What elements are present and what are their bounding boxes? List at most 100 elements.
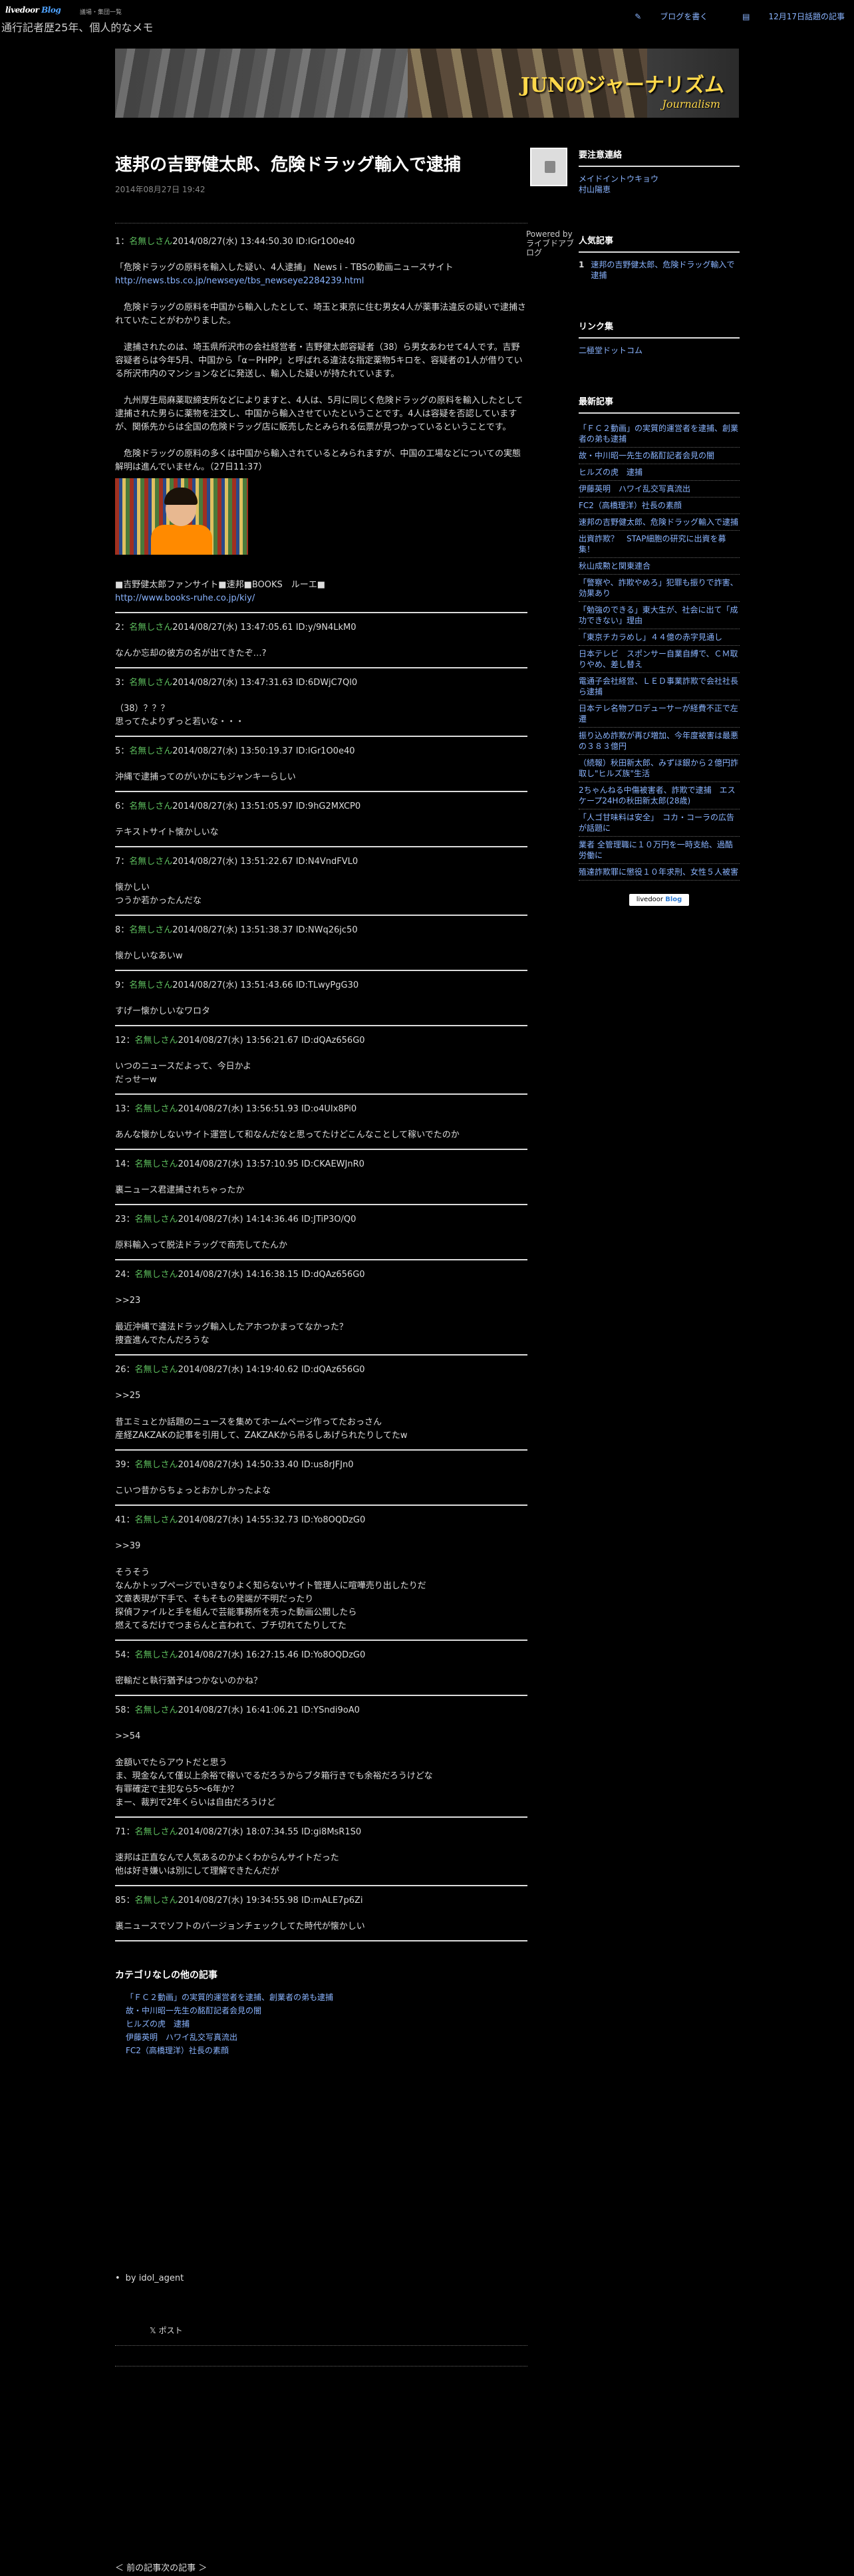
comment-body: 裏ニュース君逮捕されちゃったか	[115, 1184, 527, 1197]
related-articles: カテゴリなしの他の記事 「ＦＣ２動画」の実質的運営者を逮捕、創業者の弟も逮捕 故・…	[115, 1968, 527, 2057]
comment-line: 捜査進んでたんだろうな	[115, 1336, 210, 1346]
write-blog-link[interactable]: ✎ ブログを書く	[619, 12, 708, 21]
comment-meta: 7：名無しさん2014/08/27(水) 13:51:22.67 ID:N4Vn…	[115, 854, 527, 867]
comment-info: 2014/08/27(水) 13:50:19.37 ID:IGr1O0e40	[172, 746, 355, 756]
comment-info: 2014/08/27(水) 13:57:10.95 ID:CKAEWJnR0	[178, 1159, 364, 1169]
news-link[interactable]: http://news.tbs.co.jp/newseye/tbs_newsey…	[115, 276, 364, 286]
comment-meta: 3：名無しさん2014/08/27(水) 13:47:31.63 ID:6DWj…	[115, 675, 527, 688]
comment-meta: 9：名無しさん2014/08/27(水) 13:51:43.66 ID:TLwy…	[115, 978, 527, 990]
comment-line: つうか若かったんだな	[115, 896, 202, 906]
comment-author: 名無しさん	[134, 1705, 178, 1715]
related-link[interactable]: 故・中川昭一先生の酩酊記者会見の闇	[126, 2006, 261, 2015]
comment-line	[115, 1308, 527, 1321]
comment-body: 裏ニュースでソフトのバージョンチェックしてた時代が懐かしい	[115, 1920, 527, 1933]
comment-number: 85：	[115, 1896, 135, 1906]
comment-body: テキストサイト懐かしいな	[115, 826, 527, 839]
badge-text: livedoor	[636, 896, 664, 903]
body-para-3: 九州厚生局麻薬取締支所などによりますと、4人は、5月に同じく危険ドラッグの原料を…	[115, 396, 523, 432]
recent-item[interactable]: （続報）秋田新太郎、みずほ銀から２億円詐取し"ヒルズ族"生活	[579, 755, 740, 782]
comment-separator	[115, 1504, 527, 1506]
recent-item[interactable]: 秋山成勲と関東連合	[579, 558, 740, 575]
comment-number: 12：	[115, 1036, 135, 1046]
recent-item[interactable]: 伊藤英明 ハワイ乱交写真流出	[579, 481, 740, 498]
comment-body: >>54 金額いでたらアウトだと思う ま、現金なんて僅以上余裕で稼いでるだろうからブ…	[115, 1730, 527, 1810]
fanclub-link[interactable]: http://www.books-ruhe.co.jp/kiy/	[115, 593, 255, 603]
comment-body: 密輸だと執行猶予はつかないのかね？	[115, 1675, 527, 1688]
author-byline[interactable]: by idol_agent	[115, 2273, 527, 2283]
article-title[interactable]: 速邦の吉野健太郎、危険ドラッグ輸入で逮捕	[115, 153, 527, 177]
sidebar-contact-heading: 要注意連絡	[579, 148, 740, 167]
comment-author: 名無しさん	[134, 1515, 178, 1525]
x-post-button[interactable]: 𝕏 ポスト	[150, 2325, 527, 2336]
comment-body: すげー懐かしいなワロタ	[115, 1005, 527, 1018]
suspect-photo[interactable]	[115, 478, 248, 555]
related-link[interactable]: FC2（高橋理洋）社長の素顔	[126, 2046, 229, 2055]
recent-item[interactable]: 2ちゃんねる中傷被害者、詐欺で逮捕 エスケープ24Hの秋田新太郎(28歳)	[579, 782, 740, 809]
logo-blog: Blog	[41, 5, 61, 15]
recent-item[interactable]: 殖達詐欺罪に懲役１０年求刑、女性５人被害	[579, 864, 740, 881]
recent-item[interactable]: 故・中川昭一先生の酩酊記者会見の闇	[579, 448, 740, 464]
comment-line: なんかトップページでいきなりよく知らないサイト管理人に喧嘩売り出したりだ	[115, 1581, 426, 1591]
comment-info: 2014/08/27(水) 14:14:36.46 ID:JTiP3O/Q0	[178, 1215, 356, 1224]
comment-line: 有罪確定で主犯なら5〜6年か？	[115, 1785, 239, 1794]
livedoor-logo[interactable]: livedoor Blog	[5, 5, 61, 15]
comment-line: だっせーw	[115, 1075, 157, 1085]
comment-number: 39：	[115, 1460, 135, 1470]
comment-number: 3：	[115, 678, 130, 688]
header-banner[interactable]: JUNのジャーナリズム Journalism	[115, 49, 739, 118]
comment-author: 名無しさん	[134, 1036, 178, 1046]
livedoor-blog-badge[interactable]: livedoor Blog	[629, 894, 689, 906]
related-link[interactable]: ヒルズの虎 逮捕	[126, 2019, 190, 2029]
logo-subtext[interactable]: 議場・集団一覧	[80, 7, 122, 16]
profile-avatar[interactable]	[530, 148, 567, 186]
body-para-2: 逮捕されたのは、埼玉県所沢市の会社経営者・吉野健太郎容疑者（38）ら男女あわせて…	[115, 343, 523, 379]
popular-link[interactable]: 速邦の吉野健太郎、危険ドラッグ輸入で逮捕	[591, 259, 740, 281]
comment-number: 26：	[115, 1365, 135, 1375]
recent-item[interactable]: 「東京チカラめし」４４億の赤字見通し	[579, 629, 740, 646]
comment-line: 探偵ファイルと手を組んで芸能事務所を売った動画公開したら	[115, 1608, 357, 1618]
comment-line	[115, 1403, 527, 1416]
related-link[interactable]: 「ＦＣ２動画」の実質的運営者を逮捕、創業者の弟も逮捕	[126, 1993, 333, 2002]
daily-ranking-link[interactable]: ▤ 12月17日話題の記事	[726, 12, 845, 21]
recent-item[interactable]: 業者 全管理職に１０万円を一時支給、過酷労働に	[579, 837, 740, 864]
comment-meta: 1：名無しさん2014/08/27(水) 13:44:50.30 ID:IGr1…	[115, 234, 527, 247]
comment-number: 6：	[115, 801, 130, 811]
recent-item[interactable]: 振り込め詐欺が再び増加、今年度被害は最悪の３８３億円	[579, 728, 740, 755]
related-item: 伊藤英明 ハワイ乱交写真流出	[126, 2031, 527, 2044]
comment-separator	[115, 1093, 527, 1095]
sidebar-contact-item[interactable]: メイドイントウキョウ	[579, 174, 740, 184]
comment-separator	[115, 1940, 527, 1941]
related-link[interactable]: 伊藤英明 ハワイ乱交写真流出	[126, 2033, 237, 2042]
recent-item[interactable]: 日本テレビ スポンサー自業自縛で、ＣＭ取りやめ、差し替え	[579, 646, 740, 673]
logo-text: livedoor	[5, 5, 39, 15]
recent-item[interactable]: FC2（高橋理洋）社長の素顔	[579, 498, 740, 514]
related-item: ヒルズの虎 逮捕	[126, 2017, 527, 2031]
recent-item[interactable]: 「警察や、詐欺やめろ」犯罪も振りで詐害、効果あり	[579, 575, 740, 602]
recent-item[interactable]: 電通子会社経営、ＬＥＤ事業詐欺で会社社長ら逮捕	[579, 673, 740, 700]
comment-author: 名無しさん	[129, 801, 173, 811]
recent-item[interactable]: 「勉強のできる」東大生が、社会に出て「成功できない」理由	[579, 602, 740, 629]
comment-number: 1：	[115, 237, 130, 247]
powered-by[interactable]: Powered by ライブドアブログ	[526, 229, 576, 257]
recent-item[interactable]: 「人ゴ甘味料は安全」 コカ・コーラの広告が話題に	[579, 809, 740, 837]
sidebar-link-item[interactable]: 二極堂ドットコム	[579, 345, 740, 356]
recent-item[interactable]: 日本テレ名物プロデューサーが経費不正で左遷	[579, 700, 740, 728]
comment-info: 2014/08/27(水) 13:44:50.30 ID:IGr1O0e40	[172, 237, 355, 247]
banner-photo-left	[115, 49, 408, 118]
comment-info: 2014/08/27(水) 13:51:22.67 ID:N4VndFVL0	[172, 857, 358, 867]
comment-info: 2014/08/27(水) 13:56:21.67 ID:dQAz656G0	[178, 1036, 365, 1046]
recent-item[interactable]: ヒルズの虎 逮捕	[579, 464, 740, 481]
sidebar-contact-item[interactable]: 村山陽恵	[579, 184, 740, 195]
comment-body: 原料輸入って脱法ドラッグで商売してたんか	[115, 1239, 527, 1252]
comment-author: 名無しさん	[129, 678, 173, 688]
recent-item[interactable]: 速邦の吉野健太郎、危険ドラッグ輸入で逮捕	[579, 514, 740, 531]
comment-info: 2014/08/27(水) 16:27:15.46 ID:Yo8OQDzG0	[178, 1650, 366, 1660]
article-pager[interactable]: ＜ 前の記事次の記事 ＞	[115, 2561, 207, 2573]
comment-meta: 54：名無しさん2014/08/27(水) 16:27:15.46 ID:Yo8…	[115, 1647, 527, 1660]
recent-item[interactable]: 出資詐欺？ STAP細胞の研究に出資を募集！	[579, 531, 740, 558]
comment-body: 懐かしい つうか若かったんだな	[115, 881, 527, 908]
comment-line: 昔エミュとか話題のニュースを集めてホームページ作ってたおっさん	[115, 1417, 382, 1427]
sidebar-links: リンク集 二極堂ドットコム	[579, 319, 740, 356]
recent-item[interactable]: 「ＦＣ２動画」の実質的運営者を逮捕、創業者の弟も逮捕	[579, 420, 740, 448]
body-para-0: 「危険ドラッグの原料を輸入した疑い、4人逮捕」 News i - TBSの動画ニ…	[115, 261, 527, 288]
